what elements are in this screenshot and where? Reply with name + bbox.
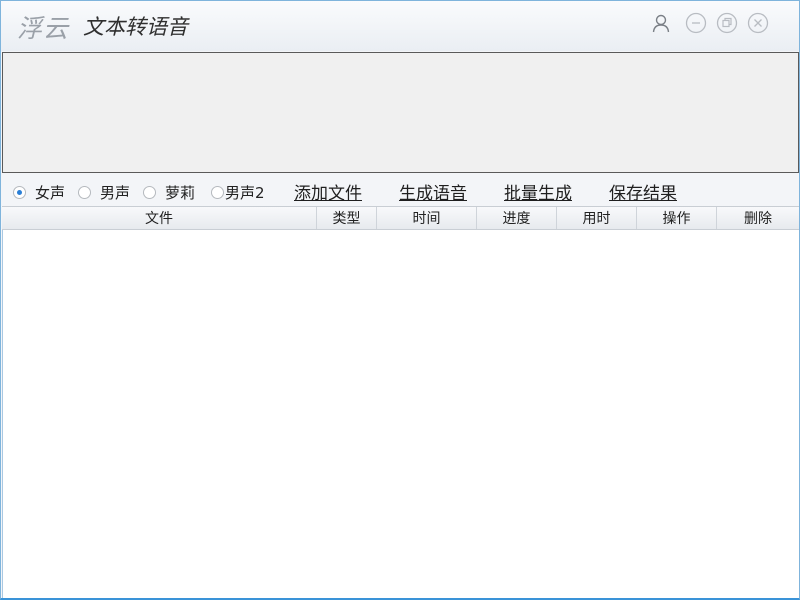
user-icon	[652, 14, 670, 33]
voice-option-male[interactable]: 男声	[78, 182, 130, 203]
batch-generate-link[interactable]: 批量生成	[504, 179, 572, 204]
user-button[interactable]	[650, 12, 672, 34]
column-header-type[interactable]: 类型	[317, 207, 377, 229]
brand-logo: 浮云	[17, 14, 70, 43]
text-editor[interactable]	[3, 53, 798, 172]
text-input-area	[2, 52, 799, 173]
generate-speech-link[interactable]: 生成语音	[399, 179, 467, 204]
voice-option-female[interactable]: 女声	[13, 182, 65, 203]
column-header-delete[interactable]: 删除	[717, 207, 799, 229]
add-file-link[interactable]: 添加文件	[294, 179, 362, 204]
voice-option-label: 萝莉	[165, 184, 196, 202]
voice-option-label: 女声	[35, 184, 66, 202]
column-header-action[interactable]: 操作	[637, 207, 717, 229]
radio-unchecked-icon[interactable]	[78, 186, 91, 199]
close-icon	[747, 12, 769, 34]
column-header-progress[interactable]: 进度	[477, 207, 557, 229]
radio-unchecked-icon[interactable]	[211, 186, 224, 199]
voice-option-male2[interactable]: 男声2	[211, 182, 265, 203]
radio-checked-icon[interactable]	[13, 186, 26, 199]
window-title: 文本转语音	[83, 15, 188, 39]
voice-option-label: 男声2	[225, 184, 265, 202]
column-header-file[interactable]: 文件	[2, 207, 317, 229]
minimize-icon	[685, 12, 707, 34]
voice-option-label: 男声	[100, 184, 131, 202]
column-header-time[interactable]: 时间	[377, 207, 477, 229]
voice-option-loli[interactable]: 萝莉	[143, 182, 195, 203]
restore-button[interactable]	[716, 12, 738, 34]
title-bar[interactable]: 浮云 文本转语音	[1, 1, 799, 51]
app-window: 浮云 文本转语音 女声 男声 萝莉 男声2 添加文件 生成语音 批量生成 保存结…	[0, 0, 800, 600]
column-header-elapsed[interactable]: 用时	[557, 207, 637, 229]
restore-icon	[716, 12, 738, 34]
radio-unchecked-icon[interactable]	[143, 186, 156, 199]
save-result-link[interactable]: 保存结果	[609, 179, 677, 204]
file-table-body[interactable]	[2, 230, 799, 598]
toolbar: 女声 男声 萝莉 男声2 添加文件 生成语音 批量生成 保存结果	[1, 175, 799, 205]
close-button[interactable]	[747, 12, 769, 34]
file-table-header: 文件 类型 时间 进度 用时 操作 删除	[2, 206, 799, 230]
minimize-button[interactable]	[685, 12, 707, 34]
